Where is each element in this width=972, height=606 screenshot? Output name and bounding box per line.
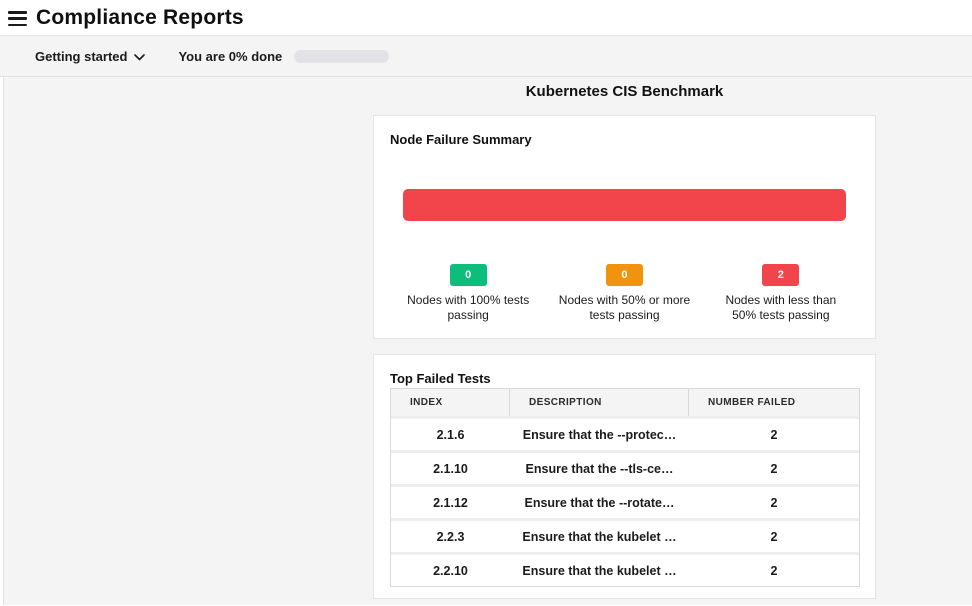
cell-description: Ensure that the kubelet … — [510, 521, 689, 552]
cell-description: Ensure that the --rotate… — [510, 487, 689, 518]
progress-text: You are 0% done — [178, 49, 282, 64]
benchmark-title: Kubernetes CIS Benchmark — [373, 77, 876, 100]
stat-badge-green: 0 — [450, 264, 487, 286]
cell-number-failed: 2 — [689, 555, 859, 586]
stat-nodes-less-50-passing: 2 Nodes with less than 50% tests passing — [703, 264, 859, 323]
cell-index: 2.1.12 — [391, 487, 510, 518]
cell-index: 2.1.10 — [391, 453, 510, 484]
cell-number-failed: 2 — [689, 419, 859, 450]
node-failure-bar — [403, 189, 846, 221]
getting-started-dropdown[interactable]: Getting started — [35, 49, 145, 64]
table-row: 2.1.6 Ensure that the --protec… 2 — [391, 419, 859, 450]
cell-index: 2.2.10 — [391, 555, 510, 586]
stat-nodes-100-passing: 0 Nodes with 100% tests passing — [390, 264, 546, 323]
cell-description: Ensure that the --protec… — [510, 419, 689, 450]
cell-index: 2.1.6 — [391, 419, 510, 450]
table-row: 2.2.10 Ensure that the kubelet … 2 — [391, 555, 859, 586]
table-row: 2.1.10 Ensure that the --tls-ce… 2 — [391, 453, 859, 484]
cell-description: Ensure that the kubelet … — [510, 555, 689, 586]
progress-bar — [294, 50, 389, 63]
stat-label: Nodes with 100% tests passing — [402, 293, 534, 323]
cell-index: 2.2.3 — [391, 521, 510, 552]
node-failure-stats: 0 Nodes with 100% tests passing 0 Nodes … — [390, 264, 859, 323]
table-row: 2.2.3 Ensure that the kubelet … 2 — [391, 521, 859, 552]
cell-number-failed: 2 — [689, 521, 859, 552]
getting-started-label: Getting started — [35, 49, 127, 64]
stat-label: Nodes with 50% or more tests passing — [558, 293, 690, 323]
node-failure-summary-card: Node Failure Summary 0 Nodes with 100% t… — [373, 115, 876, 339]
table-row: 2.1.12 Ensure that the --rotate… 2 — [391, 487, 859, 518]
app-header: Compliance Reports — [0, 0, 972, 35]
column-header-index: INDEX — [391, 389, 510, 416]
getting-started-bar: Getting started You are 0% done — [0, 35, 972, 77]
hamburger-menu-icon[interactable] — [8, 11, 27, 26]
main-content: Kubernetes CIS Benchmark Node Failure Su… — [0, 77, 972, 605]
stat-nodes-50-or-more-passing: 0 Nodes with 50% or more tests passing — [546, 264, 702, 323]
cell-description: Ensure that the --tls-ce… — [510, 453, 689, 484]
table-header-row: INDEX DESCRIPTION NUMBER FAILED — [391, 389, 859, 416]
column-header-description: DESCRIPTION — [510, 389, 689, 416]
cell-number-failed: 2 — [689, 487, 859, 518]
top-failed-tests-table: INDEX DESCRIPTION NUMBER FAILED 2.1.6 En… — [390, 388, 860, 587]
page-title: Compliance Reports — [36, 6, 244, 30]
top-failed-tests-title: Top Failed Tests — [390, 371, 859, 386]
node-failure-summary-title: Node Failure Summary — [390, 132, 859, 147]
column-header-number-failed: NUMBER FAILED — [689, 389, 859, 416]
stat-badge-orange: 0 — [606, 264, 643, 286]
left-gutter — [0, 77, 4, 605]
stat-badge-red: 2 — [762, 264, 799, 286]
stat-label: Nodes with less than 50% tests passing — [715, 293, 847, 323]
top-failed-tests-card: Top Failed Tests INDEX DESCRIPTION NUMBE… — [373, 354, 876, 599]
cell-number-failed: 2 — [689, 453, 859, 484]
chevron-down-icon — [134, 54, 145, 61]
